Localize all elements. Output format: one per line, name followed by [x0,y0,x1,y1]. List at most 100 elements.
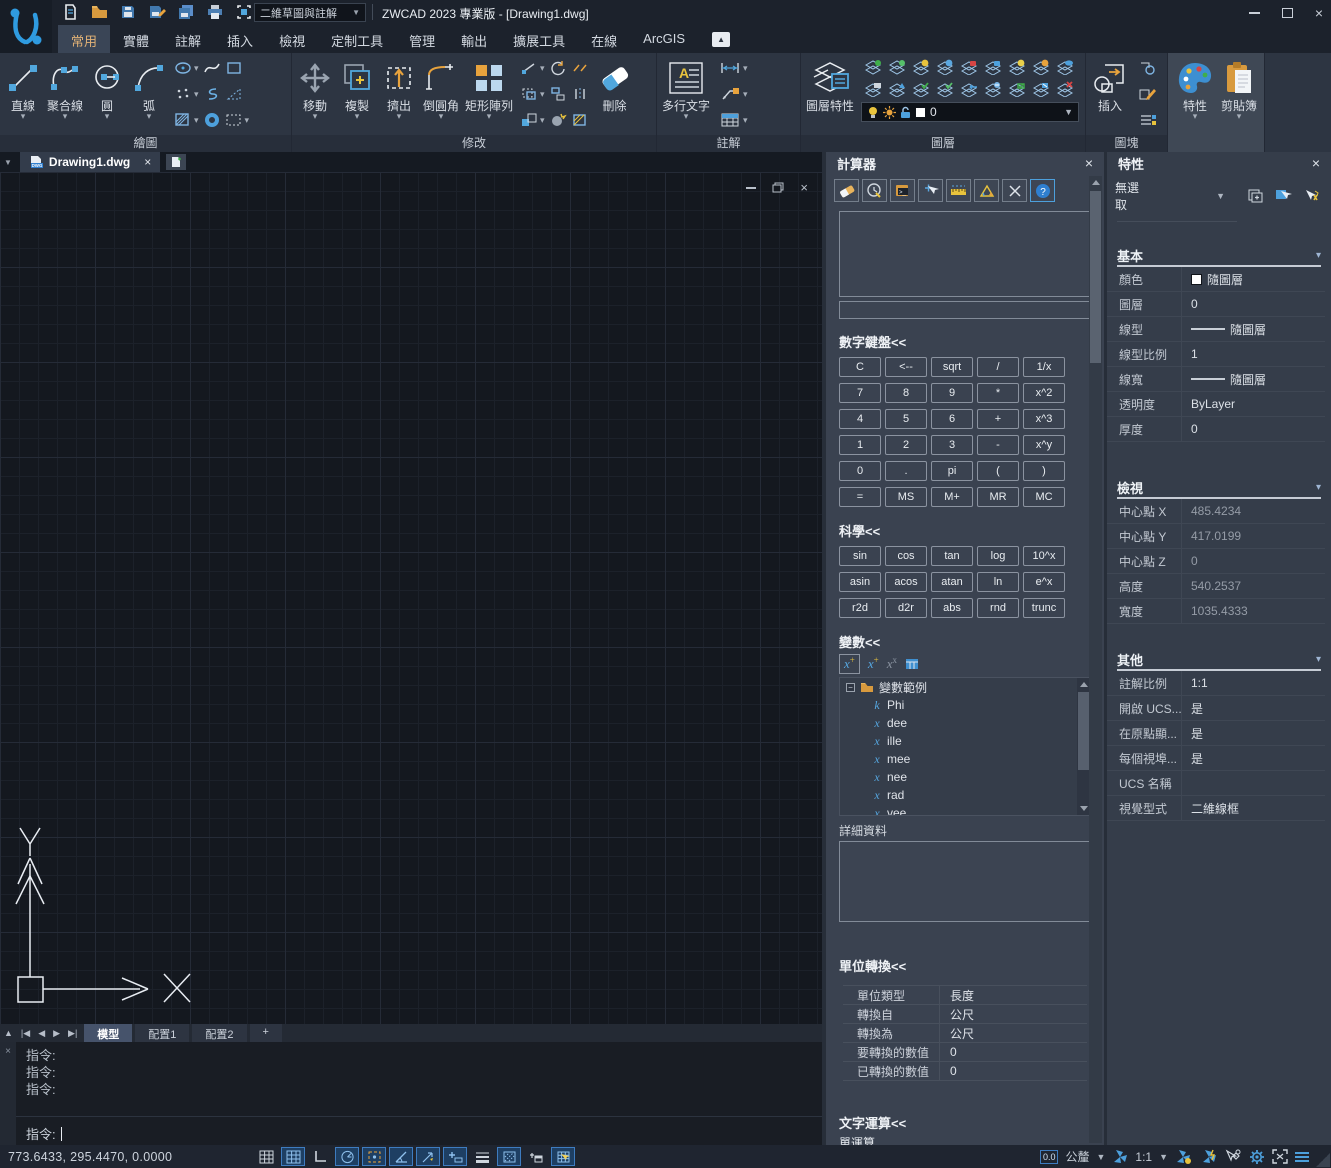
leader-button[interactable]: ▾ [719,86,748,102]
quick-properties-icon[interactable] [524,1147,548,1166]
chevron-down-icon[interactable]: ▼ [1216,191,1225,201]
calc-button[interactable]: x^2 [1023,383,1065,403]
region-button[interactable] [225,86,250,102]
dynamic-input-icon[interactable] [443,1147,467,1166]
command-input[interactable]: 指令: [26,1124,62,1143]
calc-button[interactable]: M+ [931,487,973,507]
select-objects-button[interactable] [1272,186,1295,207]
ribbon-tab[interactable]: 插入 [214,25,266,53]
print-button[interactable] [203,2,227,22]
mdi-restore-button[interactable] [772,182,784,193]
edit-variable-button[interactable]: x+ [868,656,879,672]
calc-button[interactable]: = [839,487,881,507]
collapse-node-icon[interactable]: − [846,683,855,692]
ribbon-tab[interactable]: 檢視 [266,25,318,53]
ribbon-tab[interactable]: 輸出 [448,25,500,53]
polar-tracking-icon[interactable] [335,1147,359,1166]
calc-button[interactable]: 2 [885,435,927,455]
mdi-close-button[interactable]: × [800,180,808,195]
annotation-scale-icon[interactable] [1112,1149,1128,1164]
layer-vp-icon[interactable] [959,81,979,97]
calc-button[interactable]: 3 [931,435,973,455]
calc-button[interactable]: MC [1023,487,1065,507]
close-properties-icon[interactable]: × [1312,155,1320,171]
new-variable-button[interactable]: x+ [839,654,860,674]
calc-button[interactable]: ln [977,572,1019,592]
calc-button[interactable]: cos [885,546,927,566]
arc-button[interactable]: 弧 ▾ [128,54,170,134]
calc-button[interactable]: e^x [1023,572,1065,592]
plot-preview-button[interactable] [232,2,256,22]
ribbon-tab[interactable]: ArcGIS [630,25,698,53]
layer-copy-to-icon[interactable] [911,81,931,97]
wipeout-button[interactable]: ▾ [225,112,250,128]
layer-unlock-icon[interactable] [983,59,1003,75]
hatch-button[interactable]: ▾ [174,112,199,128]
new-file-button[interactable] [58,2,82,22]
grid-display-icon[interactable] [254,1147,278,1166]
ribbon-tab[interactable]: 實體 [110,25,162,53]
angle-snap-icon[interactable] [389,1147,413,1166]
units-row-value[interactable]: 0 [939,1062,1087,1080]
textop-section-header[interactable]: 文字運算<< [826,1081,1104,1132]
calc-clear-all-icon[interactable] [1002,179,1027,202]
units-row[interactable]: 要轉換的數值0 [843,1043,1087,1062]
layer-bulb-icon[interactable] [911,59,931,75]
open-file-button[interactable] [87,2,111,22]
variable-row[interactable]: xdee [840,714,1090,732]
point-button[interactable]: ▾ [174,86,199,102]
numpad-section-header[interactable]: 數字鍵盤<< [826,319,1104,356]
ellipse-button[interactable]: ▾ [174,60,199,76]
command-expand-icon[interactable]: ▲ [0,1028,17,1038]
variable-row[interactable]: xille [840,732,1090,750]
resize-grip[interactable] [1316,1153,1330,1167]
ribbon-collapse-button[interactable]: ▲ [712,32,730,47]
calculator-history-display[interactable] [839,211,1091,297]
selection-filter-value[interactable]: 無選取 [1115,179,1147,213]
calc-button[interactable]: C [839,357,881,377]
break-button[interactable] [571,60,589,76]
scrollbar-thumb[interactable] [1078,692,1089,770]
close-tab-icon[interactable]: × [144,155,151,169]
variable-row[interactable]: xnee [840,768,1090,786]
mdi-minimize-button[interactable] [746,187,756,189]
calc-button[interactable]: tan [931,546,973,566]
erase-button[interactable]: 刪除 [593,54,637,134]
layer-walk-icon[interactable] [935,81,955,97]
lineweight-display-icon[interactable] [470,1147,494,1166]
save-button[interactable] [116,2,140,22]
calc-button[interactable]: d2r [885,598,927,618]
transparency-display-icon[interactable] [497,1147,521,1166]
calc-button[interactable]: 1/x [1023,357,1065,377]
calc-paste-command-icon[interactable]: >_ [890,179,915,202]
rect-array-button[interactable]: 矩形陣列 ▾ [462,54,516,134]
maximize-button[interactable] [1282,8,1293,18]
calc-button[interactable]: x^3 [1023,409,1065,429]
drawing-canvas[interactable]: × [0,172,822,1024]
units-row-value[interactable]: 0 [939,1043,1087,1061]
calc-pick-point-icon[interactable] [918,179,943,202]
layer-states-icon[interactable] [1031,81,1051,97]
scroll-up-icon[interactable] [1089,176,1102,189]
layer-restore-icon[interactable] [1007,81,1027,97]
layer-on-icon[interactable] [863,59,883,75]
helix-button[interactable] [203,86,221,102]
layer-freeze-icon[interactable] [935,59,955,75]
units-row-value[interactable]: 長度 [939,986,1087,1004]
calc-button[interactable]: MS [885,487,927,507]
calc-button[interactable]: 9 [931,383,973,403]
annotation-scale-value[interactable]: 1:1 [1135,1150,1152,1164]
ribbon-tab[interactable]: 定制工具 [318,25,396,53]
calc-button[interactable]: + [977,409,1019,429]
calc-button[interactable]: ) [1023,461,1065,481]
calc-clear-icon[interactable] [834,179,859,202]
layer-merge-icon[interactable] [983,81,1003,97]
layer-off-icon[interactable] [887,59,907,75]
layout-tab[interactable]: 配置1 [135,1024,189,1042]
units-row[interactable]: 轉換自公尺 [843,1005,1087,1024]
units-row-value[interactable]: 公尺 [939,1024,1087,1042]
copy-button[interactable]: 複製 ▾ [336,54,378,134]
polyline-button[interactable]: 聚合線 ▾ [44,54,86,134]
layer-current-icon[interactable] [887,81,907,97]
scientific-section-header[interactable]: 科學<< [826,508,1104,545]
